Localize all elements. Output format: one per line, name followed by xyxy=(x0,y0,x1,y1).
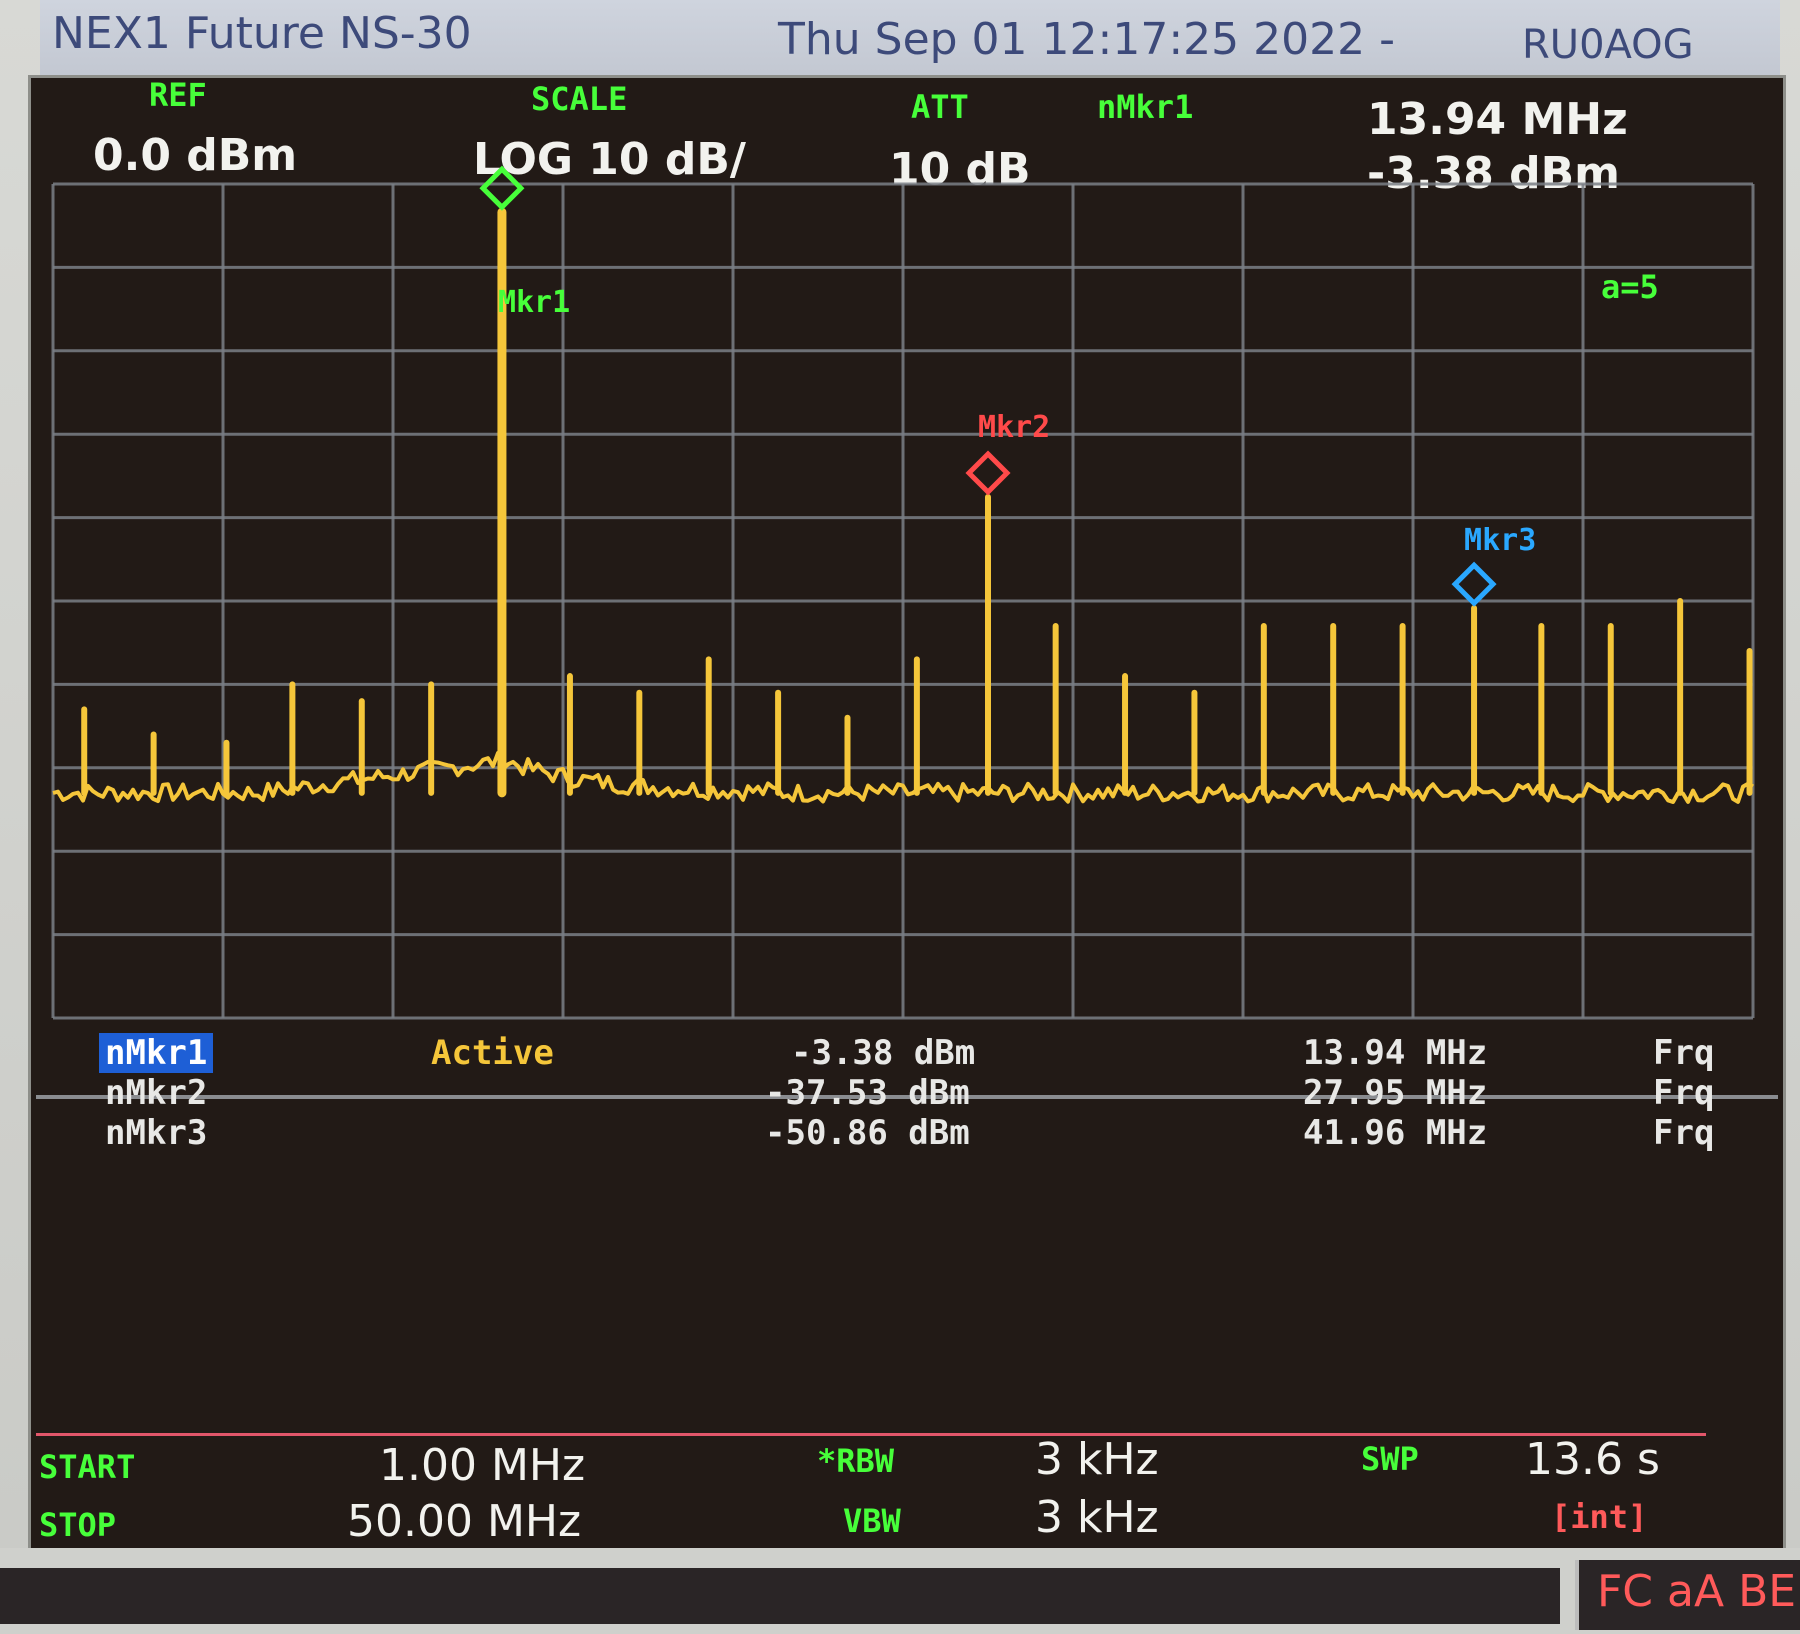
marker-mode: Frq xyxy=(1653,1033,1715,1073)
status-box: FC aA BE xyxy=(1575,1560,1800,1630)
swp-mode: [int] xyxy=(1551,1498,1648,1536)
callsign: RU0AOG xyxy=(1522,22,1694,68)
marker-row[interactable]: nMkr3 -50.86 dBm 41.96 MHz Frq xyxy=(91,1113,1771,1153)
footer-divider xyxy=(36,1433,1706,1436)
status-strip xyxy=(0,1568,1560,1624)
analyzer-screen: NEX1 Future NS-30 Thu Sep 01 12:17:25 20… xyxy=(0,0,1800,1634)
marker-name: nMkr3 xyxy=(105,1113,208,1153)
marker-label: Mkr3 xyxy=(1464,523,1536,558)
spectrum-plot: Mkr1 Mkr2 Mkr3 xyxy=(36,165,1778,1099)
vbw-label: VBW xyxy=(843,1502,901,1540)
spectrum-display: REF 0.0 dBm SCALE LOG 10 dB/ ATT 10 dB n… xyxy=(28,75,1786,1551)
title-bar: NEX1 Future NS-30 Thu Sep 01 12:17:25 20… xyxy=(40,0,1780,80)
start-label: START xyxy=(39,1448,136,1486)
marker-name: nMkr2 xyxy=(105,1073,208,1113)
marker-diamond xyxy=(965,450,1011,496)
marker-freq: 41.96 MHz xyxy=(1303,1113,1488,1153)
rbw-value: 3 kHz xyxy=(1035,1434,1159,1485)
marker-row[interactable]: nMkr2 -37.53 dBm 27.95 MHz Frq xyxy=(91,1073,1771,1113)
marker-status: Active xyxy=(431,1033,554,1073)
marker-diamond xyxy=(479,165,525,211)
status-bar: FC aA BE xyxy=(0,1548,1800,1634)
vbw-value: 3 kHz xyxy=(1035,1492,1159,1543)
swp-label: SWP xyxy=(1361,1440,1419,1478)
rbw-label: *RBW xyxy=(817,1442,895,1480)
marker-freq: 13.94 MHz xyxy=(1303,1033,1488,1073)
start-value: 1.00 MHz xyxy=(379,1440,586,1491)
stop-value: 50.00 MHz xyxy=(347,1496,582,1547)
swp-value: 13.6 s xyxy=(1525,1434,1660,1485)
status-box-text: FC aA BE xyxy=(1597,1566,1797,1617)
marker-mode: Frq xyxy=(1653,1073,1715,1113)
marker-level: -50.86 dBm xyxy=(765,1113,970,1153)
marker-label: Mkr1 xyxy=(498,285,570,320)
marker-level: -3.38 dBm xyxy=(791,1033,976,1073)
marker-mode: Frq xyxy=(1653,1113,1715,1153)
datetime: Thu Sep 01 12:17:25 2022 - xyxy=(778,14,1395,65)
marker-freq: 27.95 MHz xyxy=(1303,1073,1488,1113)
device-name: NEX1 Future NS-30 xyxy=(52,8,472,59)
marker-row[interactable]: nMkr1 Active -3.38 dBm 13.94 MHz Frq xyxy=(91,1033,1771,1073)
marker-level: -37.53 dBm xyxy=(765,1073,970,1113)
stop-label: STOP xyxy=(39,1506,117,1544)
marker-label: Mkr2 xyxy=(978,410,1050,445)
marker-diamond xyxy=(1451,561,1497,607)
marker-name: nMkr1 xyxy=(99,1033,214,1073)
